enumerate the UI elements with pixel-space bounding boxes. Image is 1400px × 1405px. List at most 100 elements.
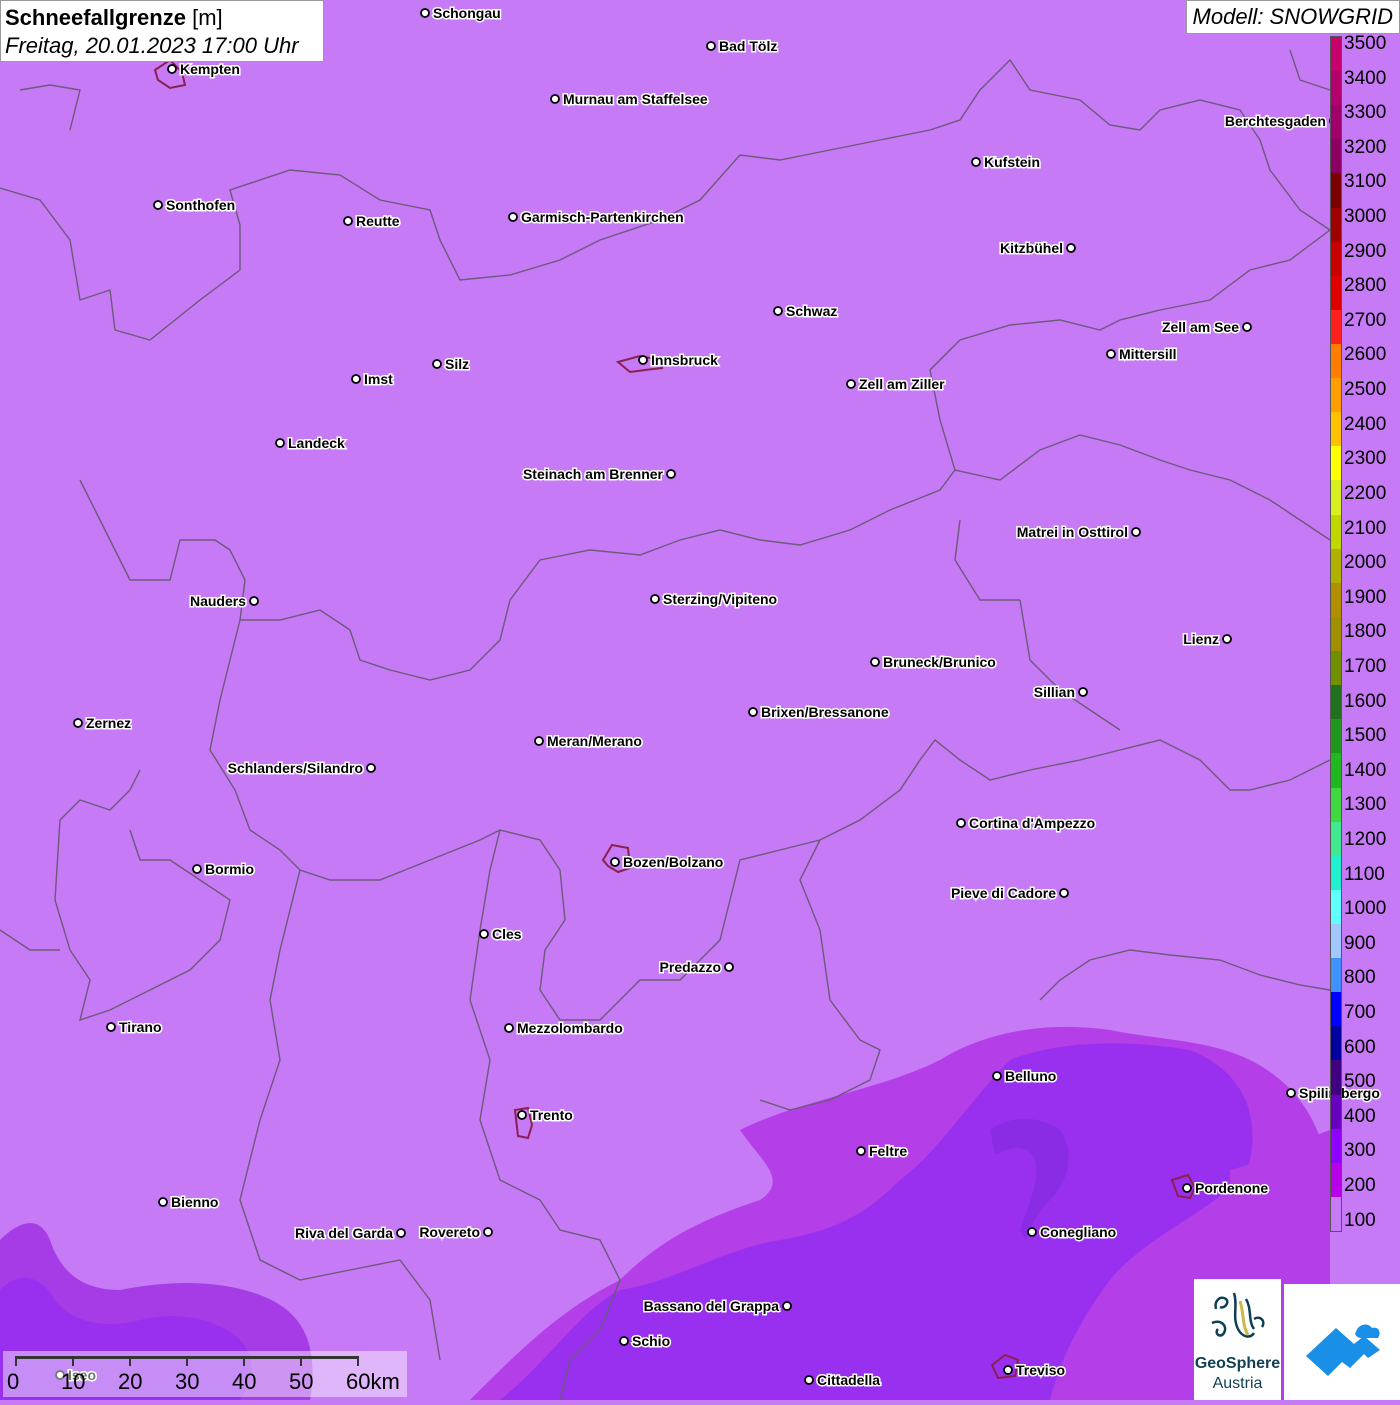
city-marker: Garmisch-Partenkirchen <box>508 208 685 227</box>
legend-swatch <box>1331 1094 1341 1130</box>
city-marker: Bruneck/Brunico <box>870 653 997 672</box>
city-label: Trento <box>530 1107 573 1123</box>
city-dot <box>73 718 83 728</box>
city-dot <box>1242 322 1252 332</box>
city-label: Schlanders/Silandro <box>228 760 363 776</box>
city-label: Feltre <box>869 1143 907 1159</box>
mountain-cloud-icon <box>1306 1324 1380 1376</box>
city-label: Bozen/Bolzano <box>623 854 723 870</box>
city-label: Tirano <box>119 1019 162 1035</box>
city-label: Bruneck/Brunico <box>883 654 996 670</box>
city-dot <box>846 379 856 389</box>
city-label: Kufstein <box>984 154 1040 170</box>
zamg-logo <box>1284 1284 1400 1400</box>
legend-label: 1100 <box>1344 863 1385 885</box>
city-label: Bienno <box>171 1194 218 1210</box>
city-label: Conegliano <box>1040 1224 1116 1240</box>
scale-label: 0 <box>7 1369 20 1394</box>
city-label: Zell am Ziller <box>859 376 945 392</box>
scale-label: 60km <box>346 1369 400 1394</box>
city-label: Pieve di Cadore <box>951 885 1056 901</box>
city-dot <box>483 1227 493 1237</box>
legend-swatch <box>1331 446 1341 481</box>
legend-label: 3100 <box>1344 171 1387 193</box>
legend-swatch <box>1331 309 1341 345</box>
city-label: Schio <box>632 1333 670 1349</box>
legend-swatch <box>1331 1128 1341 1164</box>
city-dot <box>479 929 489 939</box>
map-title: Schneefallgrenze [m] <box>5 4 319 32</box>
city-label: Bassano del Grappa <box>644 1298 780 1314</box>
legend-label: 100 <box>1344 1209 1376 1231</box>
city-marker: Zell am See <box>1160 318 1252 337</box>
legend-label: 1000 <box>1344 898 1387 920</box>
legend-label: 2000 <box>1344 552 1387 574</box>
scale-tick <box>15 1356 17 1366</box>
city-dot <box>504 1023 514 1033</box>
city-label: Sillian <box>1034 684 1075 700</box>
city-marker: Steinach am Brenner <box>521 465 676 484</box>
legend-swatch <box>1331 685 1341 720</box>
city-marker: Cittadella <box>804 1371 882 1390</box>
legend-label: 800 <box>1344 967 1376 989</box>
city-dot <box>249 596 259 606</box>
scale-label: 50 <box>289 1369 314 1394</box>
legend-label: 2100 <box>1344 517 1387 539</box>
city-dot <box>724 962 734 972</box>
legend-swatch <box>1331 173 1341 209</box>
city-dot <box>550 94 560 104</box>
city-dot <box>706 41 716 51</box>
legend-label: 2200 <box>1344 482 1387 504</box>
legend-swatch <box>1331 787 1341 823</box>
city-label: Silz <box>445 356 469 372</box>
city-dot <box>773 306 783 316</box>
city-dot <box>167 64 177 74</box>
legend-label: 3000 <box>1344 206 1387 228</box>
legend-label: 900 <box>1344 932 1376 954</box>
city-label: Pordenone <box>1195 1180 1268 1196</box>
city-label: Cles <box>492 926 522 942</box>
city-label: Schongau <box>433 5 501 21</box>
city-dot <box>275 438 285 448</box>
legend-label: 2800 <box>1344 275 1387 297</box>
city-dot <box>1106 349 1116 359</box>
legend-swatch <box>1331 275 1341 311</box>
scale-tick <box>129 1356 131 1366</box>
legend-label: 2700 <box>1344 309 1387 331</box>
city-marker: Berchtesgaden <box>1223 112 1339 131</box>
legend-label: 2600 <box>1344 344 1387 366</box>
city-label: Bad Tölz <box>719 38 777 54</box>
city-dot <box>1286 1088 1296 1098</box>
legend-label: 300 <box>1344 1140 1376 1162</box>
city-dot <box>396 1228 406 1238</box>
city-marker: Pordenone <box>1182 1179 1270 1198</box>
legend-swatch <box>1331 207 1341 243</box>
legend-swatch <box>1331 992 1341 1027</box>
city-dot <box>638 355 648 365</box>
scale-label: 20 <box>118 1369 143 1394</box>
legend-label: 700 <box>1344 1002 1376 1024</box>
legend-color-bar <box>1330 36 1342 1232</box>
legend-swatch <box>1331 139 1341 174</box>
city-label: Riva del Garda <box>295 1225 393 1241</box>
legend-label: 1500 <box>1344 725 1387 747</box>
city-label: Zell am See <box>1162 319 1239 335</box>
scale-bar: 0 10 20 30 40 50 60km <box>3 1351 407 1397</box>
city-marker: Riva del Garda <box>293 1224 406 1243</box>
city-dot <box>432 359 442 369</box>
geosphere-text-austria: Austria <box>1212 1375 1263 1392</box>
city-label: Sterzing/Vipiteno <box>663 591 777 607</box>
legend-swatch <box>1331 412 1341 447</box>
city-marker: Zell am Ziller <box>846 375 947 394</box>
legend-label: 200 <box>1344 1175 1376 1197</box>
city-label: Meran/Merano <box>547 733 642 749</box>
legend-swatch <box>1331 71 1341 106</box>
city-label: Rovereto <box>419 1224 480 1240</box>
city-label: Reutte <box>356 213 400 229</box>
legend-swatch <box>1331 719 1341 754</box>
city-dot <box>971 157 981 167</box>
city-dot <box>534 736 544 746</box>
city-label: Imst <box>364 371 393 387</box>
legend-label: 500 <box>1344 1071 1376 1093</box>
scale-label: 40 <box>232 1369 257 1394</box>
